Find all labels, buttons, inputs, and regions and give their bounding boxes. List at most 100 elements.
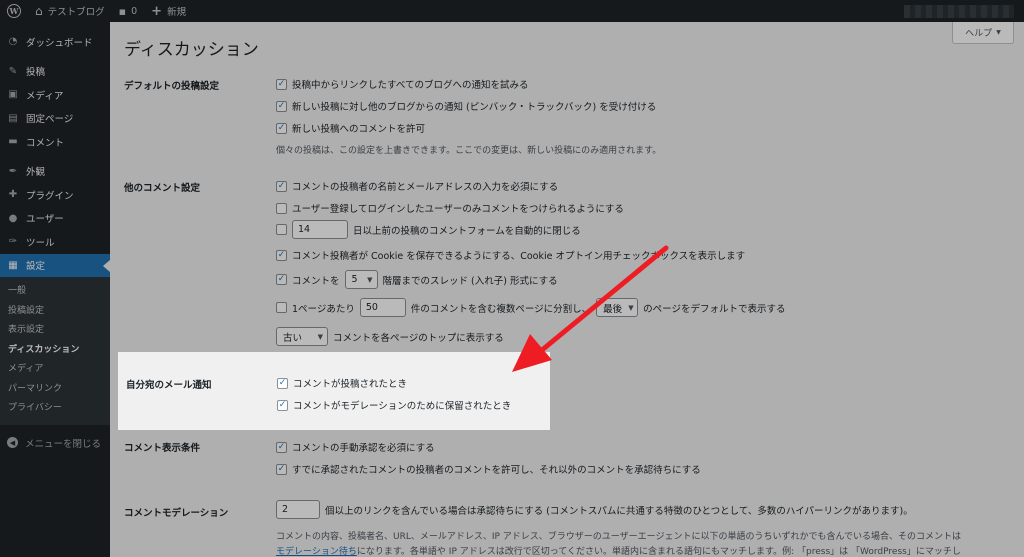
main-content: ヘルプ ▼ ディスカッション デフォルトの投稿設定 投稿中からリンクしたすべての… <box>110 22 1024 557</box>
default-page-select[interactable]: 最後 ▼ <box>596 298 639 317</box>
account-area-blurred[interactable] <box>904 5 1014 18</box>
checkbox[interactable] <box>276 302 287 313</box>
option-allow-pingbacks[interactable]: 新しい投稿に対し他のブログからの通知 (ピンバック・トラックバック) を受け付け… <box>276 99 656 113</box>
collapse-menu-button[interactable]: ◀ メニューを閉じる <box>0 431 110 455</box>
option-paginate-comments[interactable]: 1ページあたり 50 件のコメントを含む複数ページに分割し、 最後 ▼ のページをデフォル… <box>276 298 785 317</box>
submenu-media[interactable]: メディア <box>0 360 110 380</box>
option-email-on-comment[interactable]: コメントが投稿されたとき <box>277 376 407 390</box>
option-require-name-email[interactable]: コメントの投稿者の名前とメールアドレスの入力を必須にする <box>276 179 558 193</box>
email-me-label: 自分宛のメール通知 <box>126 380 212 391</box>
comment-order-select[interactable]: 古い ▼ <box>276 327 328 346</box>
option-registered-only[interactable]: ユーザー登録してログインしたユーザーのみコメントをつけられるようにする <box>276 201 624 215</box>
option-label: 新しい投稿に対し他のブログからの通知 (ピンバック・トラックバック) を受け付け… <box>292 102 657 113</box>
sidebar-item-label: コメント <box>26 137 65 149</box>
option-label: コメントを <box>292 275 340 287</box>
moderation-queue-link[interactable]: モデレーション待ち <box>276 547 357 557</box>
option-label: 投稿中からリンクしたすべてのブログへの通知を試みる <box>292 80 529 91</box>
sidebar-item-appearance[interactable]: ✒ 外観 <box>0 160 110 184</box>
option-label: ユーザー登録してログインしたユーザーのみコメントをつけられるようにする <box>292 204 624 215</box>
checkbox[interactable] <box>276 78 287 90</box>
submenu-general[interactable]: 一般 <box>0 282 110 302</box>
comments-count: 0 <box>131 5 138 17</box>
submenu-writing[interactable]: 投稿設定 <box>0 302 110 322</box>
email-me-highlight: 自分宛のメール通知 コメントが投稿されたとき コメントがモデレーションのために保… <box>118 352 550 430</box>
checkbox[interactable] <box>276 249 287 261</box>
sidebar-item-label: メディア <box>26 90 64 102</box>
sidebar-item-label: ツール <box>26 237 55 249</box>
sidebar-item-tools[interactable]: ✑ ツール <box>0 230 110 254</box>
sidebar-item-label: 投稿 <box>26 67 46 79</box>
option-allow-comments[interactable]: 新しい投稿へのコメントを許可 <box>276 121 425 135</box>
option-cookie-optin[interactable]: コメント投稿者が Cookie を保存できるようにする、Cookie オプトイン… <box>276 248 745 262</box>
checkbox[interactable] <box>276 463 287 475</box>
page-title: ディスカッション <box>124 40 259 60</box>
option-previously-approved[interactable]: すでに承認されたコメントの投稿者のコメントを許可し、それ以外のコメントを承認待ち… <box>276 462 701 476</box>
sidebar-item-settings[interactable]: ▦ 設定 <box>0 253 110 277</box>
checkbox[interactable] <box>276 122 287 134</box>
sidebar-item-label: ユーザー <box>26 214 64 226</box>
comment-appear-label: コメント表示条件 <box>124 443 201 454</box>
submenu-discussion[interactable]: ディスカッション <box>0 341 110 361</box>
checkbox[interactable] <box>276 180 287 192</box>
option-label: コメントを各ページのトップに表示する <box>333 332 504 344</box>
select-value: 古い <box>283 332 303 344</box>
sidebar-item-label: 設定 <box>26 261 46 273</box>
option-email-on-moderation[interactable]: コメントがモデレーションのために保留されたとき <box>277 398 511 412</box>
option-comment-order: 古い ▼ コメントを各ページのトップに表示する <box>276 327 504 346</box>
settings-icon: ▦ <box>8 259 18 271</box>
sidebar-item-media[interactable]: ▣ メディア <box>0 83 110 107</box>
wp-logo-menu[interactable]: W <box>0 0 28 22</box>
wrench-icon: ✑ <box>8 236 18 248</box>
default-post-description: 個々の投稿は、この設定を上書きできます。ここでの変更は、新しい投稿にのみ適用され… <box>276 146 662 156</box>
dashboard-icon: ◔ <box>8 36 18 48</box>
checkbox[interactable] <box>277 377 288 389</box>
option-label: のページをデフォルトで表示する <box>643 303 786 315</box>
option-moderation-links: 2 個以上のリンクを含んでいる場合は承認待ちにする (コメントスパムに共通する特徴… <box>276 500 913 519</box>
sidebar-item-users[interactable]: ● ユーザー <box>0 207 110 231</box>
option-pingback-notify[interactable]: 投稿中からリンクしたすべてのブログへの通知を試みる <box>276 77 528 91</box>
new-content-link[interactable]: + 新規 <box>144 0 193 22</box>
submenu-reading[interactable]: 表示設定 <box>0 321 110 341</box>
checkbox[interactable] <box>276 202 287 214</box>
moderation-links-input[interactable]: 2 <box>276 500 320 519</box>
option-label: コメントが投稿されたとき <box>293 379 408 390</box>
option-threaded-comments[interactable]: コメントを5▼階層までのスレッド (入れ子) 形式にする <box>276 270 558 289</box>
thread-depth-select[interactable]: 5 ▼ <box>344 270 378 289</box>
checkbox[interactable] <box>276 441 287 453</box>
moderation-description-1: コメントの内容、投稿者名、URL、メールアドレス、IP アドレス、ブラウザーのユ… <box>276 532 961 542</box>
default-post-settings-label: デフォルトの投稿設定 <box>124 81 220 92</box>
select-value: 5 <box>351 274 358 285</box>
sidebar-item-dashboard[interactable]: ◔ ダッシュボード <box>0 30 110 54</box>
sidebar-item-pages[interactable]: ▤ 固定ページ <box>0 107 110 131</box>
option-manual-approval[interactable]: コメントの手動承認を必須にする <box>276 440 435 454</box>
option-label: 1ページあたり <box>292 303 355 315</box>
checkbox[interactable] <box>276 224 287 235</box>
sidebar-item-posts[interactable]: ✎ 投稿 <box>0 60 110 84</box>
comment-icon: ▬ <box>8 136 18 148</box>
sidebar-item-comments[interactable]: ▬ コメント <box>0 130 110 154</box>
site-name: テストブログ <box>47 7 105 18</box>
comment-moderation-label: コメントモデレーション <box>124 508 229 519</box>
site-name-link[interactable]: ⌂ テストブログ <box>28 0 112 22</box>
user-icon: ● <box>8 212 18 224</box>
option-close-comments[interactable]: 14 日以上前の投稿のコメントフォームを自動的に閉じる <box>276 220 581 239</box>
checkbox[interactable] <box>276 274 287 285</box>
checkbox[interactable] <box>276 100 287 112</box>
submenu-privacy[interactable]: プライバシー <box>0 399 110 419</box>
description-text: になります。各単語や IP アドレスは改行で区切ってください。単語内に含まれる語… <box>356 547 961 557</box>
option-label: 階層までのスレッド (入れ子) 形式にする <box>382 275 558 287</box>
chevron-down-icon: ▼ <box>628 303 634 312</box>
help-button[interactable]: ヘルプ ▼ <box>952 22 1014 44</box>
checkbox[interactable] <box>277 399 288 411</box>
comments-per-page-input[interactable]: 50 <box>359 298 406 317</box>
option-label: 新しい投稿へのコメントを許可 <box>292 124 426 135</box>
sidebar-item-plugins[interactable]: ✚ プラグイン <box>0 183 110 207</box>
comments-link[interactable]: ▪ 0 <box>112 0 145 22</box>
moderation-description-2: モデレーション待ちになります。各単語や IP アドレスは改行で区切ってください。… <box>276 544 961 557</box>
sidebar-item-label: 固定ページ <box>26 114 74 126</box>
close-days-input[interactable]: 14 <box>292 220 348 239</box>
chevron-down-icon: ▼ <box>367 275 373 284</box>
sidebar-item-label: 外観 <box>26 167 46 179</box>
pin-icon: ✎ <box>8 65 18 77</box>
submenu-permalinks[interactable]: パーマリンク <box>0 380 110 400</box>
